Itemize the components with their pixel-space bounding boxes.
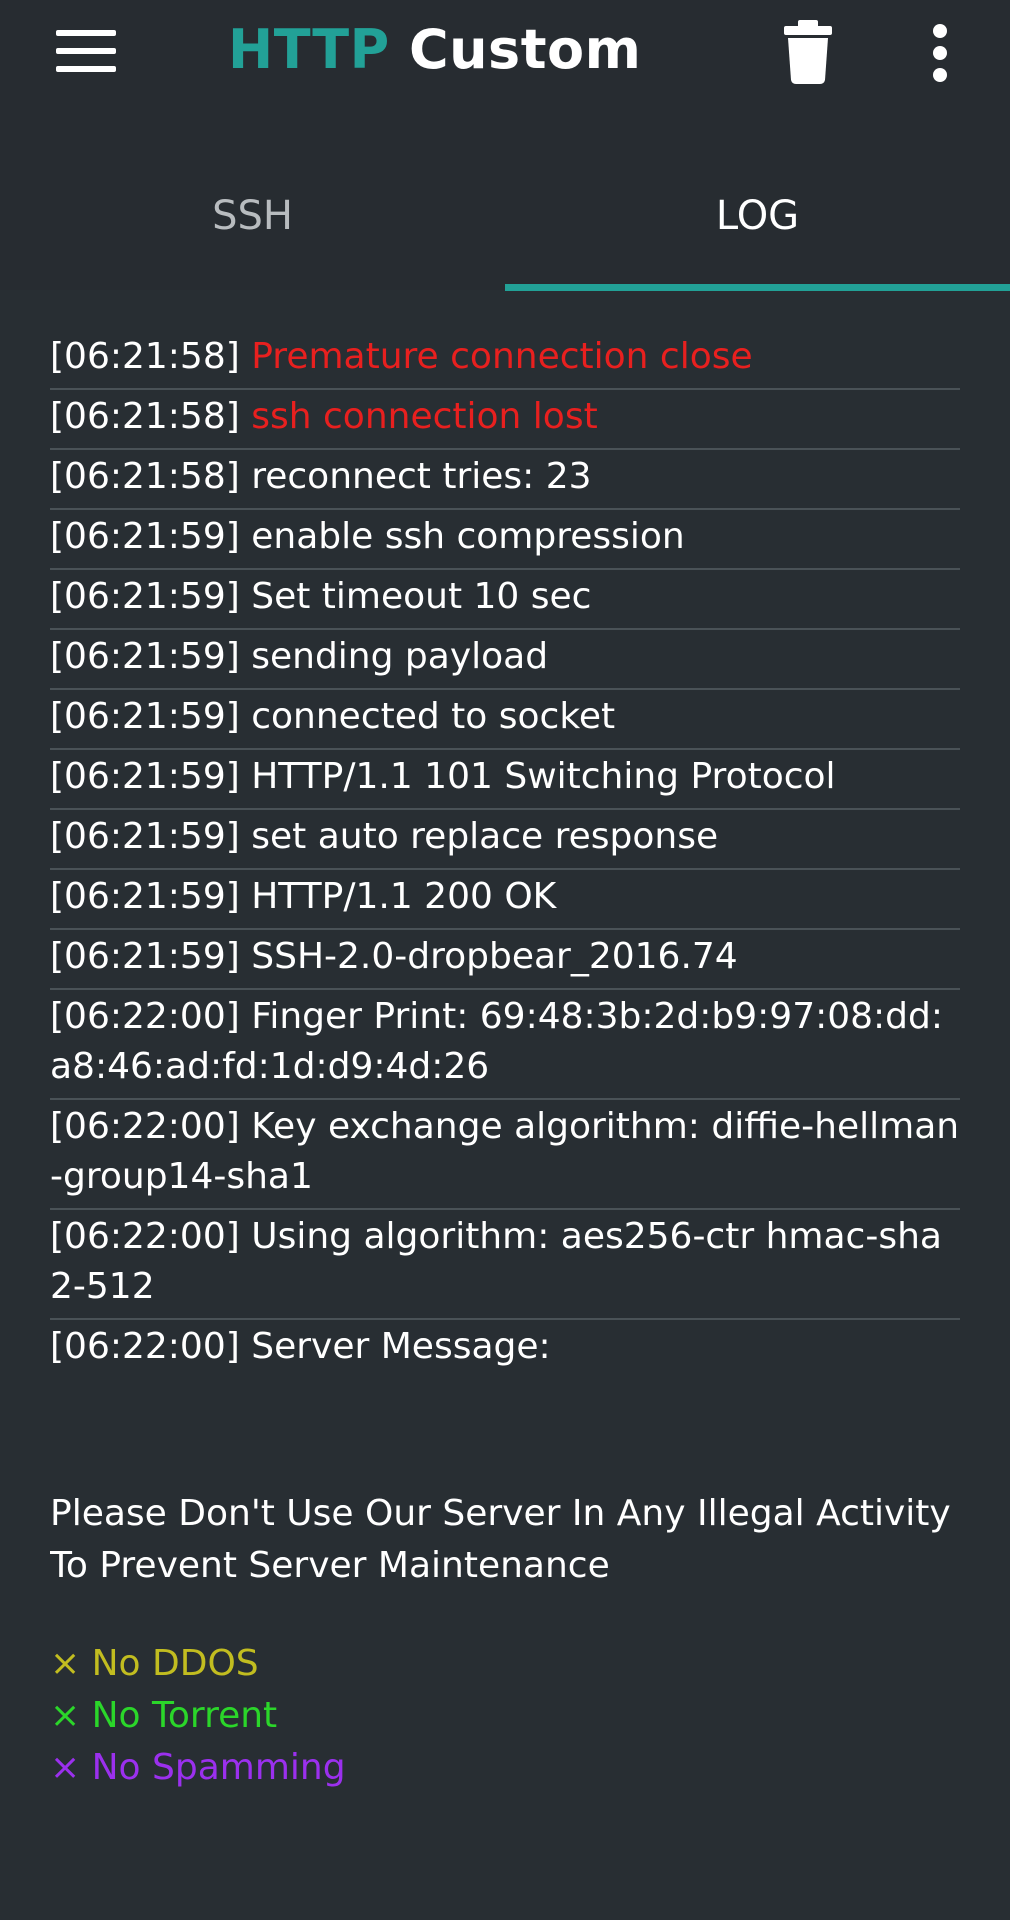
app-title-rest: Custom	[389, 18, 642, 81]
log-timestamp: [06:21:59]	[50, 936, 240, 977]
hamburger-line	[56, 66, 116, 72]
log-message: enable ssh compression	[251, 516, 685, 557]
log-message: set auto replace response	[251, 816, 719, 857]
log-list[interactable]: [06:21:58] Premature connection close [06…	[50, 330, 960, 1920]
log-message: HTTP/1.1 101 Switching Protocol	[251, 756, 836, 797]
more-dot	[933, 68, 947, 82]
log-row: [06:21:58] reconnect tries: 23	[50, 450, 960, 510]
app-root: HTTP Custom SSH LOG [06:21:58] Premature…	[0, 0, 1010, 1920]
log-timestamp: [06:21:58]	[50, 456, 240, 497]
tab-bar: SSH LOG	[0, 150, 1010, 291]
log-row: [06:21:59] enable ssh compression	[50, 510, 960, 570]
log-timestamp: [06:21:59]	[50, 636, 240, 677]
log-message: reconnect tries: 23	[251, 456, 592, 497]
app-bar: HTTP Custom SSH LOG	[0, 0, 1010, 291]
log-row: [06:22:00] Finger Print: 69:48:3b:2d:b9:…	[50, 990, 960, 1100]
log-timestamp: [06:22:00]	[50, 1216, 240, 1257]
tab-ssh[interactable]: SSH	[0, 150, 505, 290]
log-message: Server Message:	[251, 1326, 551, 1367]
log-timestamp: [06:21:59]	[50, 876, 240, 917]
hamburger-icon[interactable]	[46, 20, 130, 84]
server-rule-item: × No Spamming	[50, 1747, 346, 1788]
log-timestamp: [06:21:59]	[50, 816, 240, 857]
trash-icon-graphic	[784, 20, 832, 84]
log-timestamp: [06:21:59]	[50, 756, 240, 797]
log-row: [06:21:59] HTTP/1.1 101 Switching Protoc…	[50, 750, 960, 810]
log-timestamp: [06:22:00]	[50, 1326, 240, 1367]
log-row: [06:22:00] Server Message:	[50, 1320, 960, 1378]
hamburger-line	[56, 48, 116, 54]
more-dot	[933, 24, 947, 38]
log-row: [06:21:59] SSH-2.0-dropbear_2016.74	[50, 930, 960, 990]
log-timestamp: [06:22:00]	[50, 996, 240, 1037]
log-row: [06:22:00] Key exchange algorithm: diffi…	[50, 1100, 960, 1210]
app-title: HTTP Custom	[228, 18, 641, 81]
log-row: [06:22:00] Using algorithm: aes256-ctr h…	[50, 1210, 960, 1320]
log-message: ssh connection lost	[251, 396, 598, 437]
log-message: sending payload	[251, 636, 549, 677]
log-message: Set timeout 10 sec	[251, 576, 592, 617]
log-timestamp: [06:21:59]	[50, 516, 240, 557]
server-rule-item: × No DDOS	[50, 1643, 259, 1684]
log-message: SSH-2.0-dropbear_2016.74	[251, 936, 738, 977]
log-row: [06:21:59] HTTP/1.1 200 OK	[50, 870, 960, 930]
log-timestamp: [06:21:59]	[50, 696, 240, 737]
log-message: Premature connection close	[251, 336, 753, 377]
trash-icon[interactable]	[778, 18, 838, 86]
app-title-accent: HTTP	[228, 18, 390, 81]
log-message: HTTP/1.1 200 OK	[251, 876, 557, 917]
log-timestamp: [06:21:58]	[50, 336, 240, 377]
tab-log[interactable]: LOG	[505, 150, 1010, 290]
hamburger-line	[56, 30, 116, 36]
server-rule-item: × No Torrent	[50, 1695, 278, 1736]
log-timestamp: [06:21:58]	[50, 396, 240, 437]
log-row: [06:21:59] Set timeout 10 sec	[50, 570, 960, 630]
more-dot	[933, 46, 947, 60]
log-row: [06:21:58] Premature connection close	[50, 330, 960, 390]
log-timestamp: [06:22:00]	[50, 1106, 240, 1147]
log-message: connected to socket	[251, 696, 616, 737]
log-row: [06:21:58] ssh connection lost	[50, 390, 960, 450]
log-timestamp: [06:21:59]	[50, 576, 240, 617]
server-message-text: Please Don't Use Our Server In Any Illeg…	[50, 1493, 951, 1586]
log-row: [06:21:59] connected to socket	[50, 690, 960, 750]
more-vertical-icon[interactable]	[918, 18, 962, 88]
log-row: [06:21:59] sending payload	[50, 630, 960, 690]
log-row: [06:21:59] set auto replace response	[50, 810, 960, 870]
server-rules: × No DDOS × No Torrent × No Spamming	[50, 1638, 960, 1794]
toolbar: HTTP Custom	[0, 0, 1010, 110]
tab-active-indicator	[505, 284, 1010, 291]
